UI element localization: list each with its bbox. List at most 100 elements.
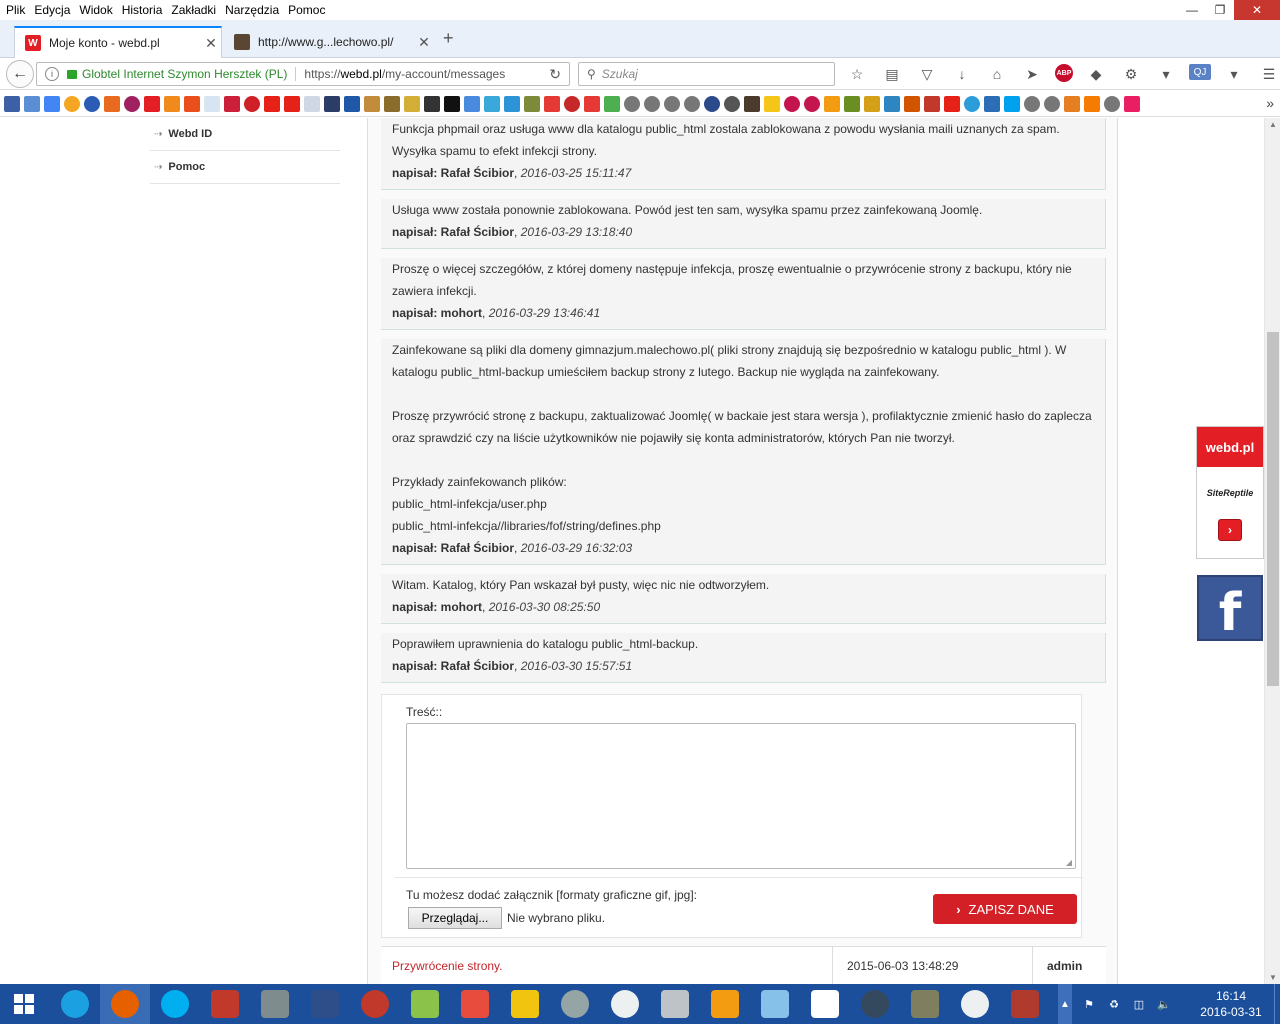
taskbar-clock[interactable]: 16:14 2016-03-31: [1196, 988, 1266, 1020]
bookmark-orange-icon[interactable]: [64, 95, 80, 112]
menu-historia[interactable]: Historia: [119, 3, 166, 17]
info-icon[interactable]: i: [45, 67, 59, 81]
bookmark-generic-icon[interactable]: [24, 95, 40, 112]
taskbar-app[interactable]: [900, 984, 950, 1024]
bookmark-green-icon[interactable]: [844, 95, 860, 112]
close-window-button[interactable]: ✕: [1234, 0, 1280, 20]
back-button[interactable]: ←: [6, 60, 34, 88]
reload-icon[interactable]: ↻: [549, 66, 561, 83]
taskbar-app[interactable]: [600, 984, 650, 1024]
bookmark-sm-icon[interactable]: [584, 95, 600, 112]
sidebar-item-pomoc[interactable]: ⇢ Pomoc: [150, 151, 340, 184]
person-photo-icon[interactable]: [744, 95, 760, 112]
grid-icon[interactable]: [604, 95, 620, 112]
resize-grip-icon[interactable]: ◢: [1066, 858, 1072, 867]
globe-icon[interactable]: [624, 95, 640, 112]
globe-icon[interactable]: [684, 95, 700, 112]
bookmark-blue-icon[interactable]: [884, 95, 900, 112]
windows-icon[interactable]: [1004, 95, 1020, 112]
sidebar-item-webd-id[interactable]: ⇢ Webd ID: [150, 118, 340, 151]
download-icon[interactable]: ↓: [950, 64, 974, 84]
globe-icon[interactable]: [664, 95, 680, 112]
webd-brand-label[interactable]: webd.pl: [1197, 427, 1263, 467]
tab-malechowo[interactable]: http://www.g...lechowo.pl/ ✕: [224, 26, 434, 58]
bookmark-jw-icon[interactable]: [4, 95, 20, 112]
taskbar-app[interactable]: [400, 984, 450, 1024]
bookmark-pink-icon[interactable]: [1124, 95, 1140, 112]
menu-narzedzia[interactable]: Narzędzia: [222, 3, 282, 17]
browse-button[interactable]: Przeglądaj...: [408, 907, 502, 929]
bookmark-blue-icon[interactable]: [984, 95, 1000, 112]
flag-icon[interactable]: ⚑: [1082, 997, 1096, 1011]
menu-plik[interactable]: Plik: [3, 3, 28, 17]
dropdown-icon[interactable]: ▾: [1154, 64, 1178, 84]
bookmark-purple-icon[interactable]: [124, 95, 140, 112]
bookmark-generic-icon[interactable]: [204, 95, 220, 112]
taskbar-firefox[interactable]: [100, 984, 150, 1024]
taskbar-app[interactable]: [1000, 984, 1050, 1024]
translate-icon[interactable]: [464, 95, 480, 112]
globe-icon[interactable]: [644, 95, 660, 112]
taskbar-app[interactable]: [650, 984, 700, 1024]
tray-overflow-icon[interactable]: ▲: [1058, 984, 1072, 1024]
bookmark-red-icon[interactable]: [244, 95, 260, 112]
restore-button[interactable]: ❐: [1206, 0, 1234, 20]
grid-icon[interactable]: [924, 95, 940, 112]
extension-icon[interactable]: ◆: [1084, 64, 1108, 84]
blogger-icon[interactable]: [1084, 95, 1100, 112]
shield-icon[interactable]: [1064, 95, 1080, 112]
bookmark-star-icon[interactable]: ☆: [845, 64, 869, 84]
recycle-icon[interactable]: ♻: [1107, 997, 1121, 1011]
bookmark-orange-icon[interactable]: [824, 95, 840, 112]
bookmark-black-icon[interactable]: [444, 95, 460, 112]
lightbulb-icon[interactable]: [764, 95, 780, 112]
new-tab-button[interactable]: +: [443, 28, 454, 49]
quickjava-icon[interactable]: QJ: [1189, 64, 1211, 80]
taskbar-app[interactable]: [800, 984, 850, 1024]
globe-icon[interactable]: [1104, 95, 1120, 112]
search-input[interactable]: ⚲ Szukaj: [578, 62, 835, 86]
show-desktop-button[interactable]: [1274, 984, 1280, 1024]
send-icon[interactable]: ➤: [1020, 64, 1044, 84]
bookmark-cyan-icon[interactable]: [484, 95, 500, 112]
joomla-icon[interactable]: [184, 95, 200, 112]
minimize-button[interactable]: —: [1178, 0, 1206, 20]
youtube-icon[interactable]: [944, 95, 960, 112]
volume-icon[interactable]: 🔈: [1157, 997, 1171, 1011]
menu-edycja[interactable]: Edycja: [31, 3, 73, 17]
poland-flag-icon[interactable]: [224, 95, 240, 112]
wordpress-icon[interactable]: [724, 95, 740, 112]
menu-widok[interactable]: Widok: [76, 3, 115, 17]
bookmark-blue-icon[interactable]: [344, 95, 360, 112]
home-icon[interactable]: ⌂: [985, 64, 1009, 84]
content-textarea[interactable]: ◢: [406, 723, 1076, 869]
taskbar-app[interactable]: [200, 984, 250, 1024]
taskbar-app[interactable]: [300, 984, 350, 1024]
tab-moje-konto[interactable]: W Moje konto - webd.pl ✕: [14, 26, 222, 58]
youtube-icon[interactable]: [284, 95, 300, 112]
taskbar-app[interactable]: [700, 984, 750, 1024]
bookmark-orange-icon[interactable]: [904, 95, 920, 112]
dropdown-icon[interactable]: ▾: [1222, 64, 1246, 84]
close-icon[interactable]: ✕: [201, 35, 221, 52]
table-row[interactable]: Przywrócenie strony. 2015-06-03 13:48:29…: [381, 946, 1106, 984]
pocket-icon[interactable]: ▽: [915, 64, 939, 84]
taskbar-app[interactable]: [550, 984, 600, 1024]
google-icon[interactable]: [44, 95, 60, 112]
taskbar-skype[interactable]: [150, 984, 200, 1024]
start-button[interactable]: [0, 984, 48, 1024]
thread-subject-link[interactable]: Przywrócenie strony.: [392, 947, 502, 984]
pen-icon[interactable]: [524, 95, 540, 112]
checkmark-icon[interactable]: [544, 95, 560, 112]
taskbar-internet-explorer[interactable]: [50, 984, 100, 1024]
vectra-icon[interactable]: [304, 95, 320, 112]
scrollbar-thumb[interactable]: [1267, 332, 1279, 686]
bookmark-red-icon[interactable]: [564, 95, 580, 112]
bookmark-yellow-icon[interactable]: [864, 95, 880, 112]
youtube-icon[interactable]: [264, 95, 280, 112]
menu-zakladki[interactable]: Zakładki: [168, 3, 219, 17]
scroll-down-icon[interactable]: ▼: [1269, 973, 1277, 982]
debian-icon[interactable]: [804, 95, 820, 112]
url-bar[interactable]: i Globtel Internet Szymon Hersztek (PL) …: [36, 62, 570, 86]
taskbar-app[interactable]: [950, 984, 1000, 1024]
